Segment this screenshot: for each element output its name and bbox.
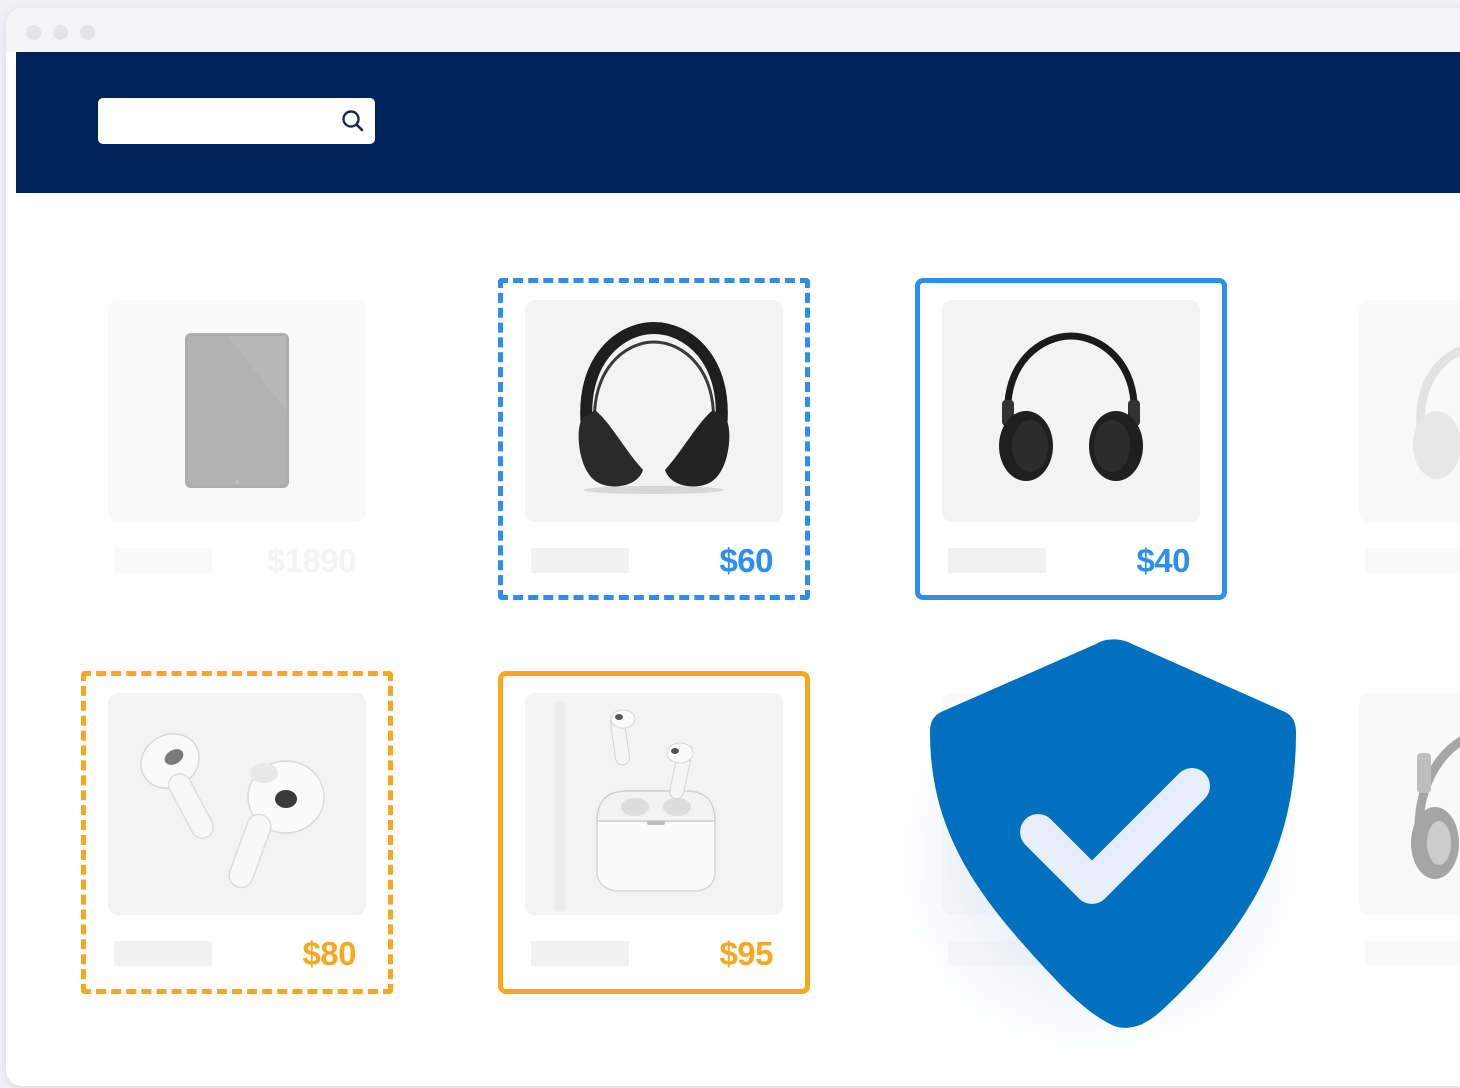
- product-card-headphones-large[interactable]: $60: [525, 300, 783, 579]
- product-image: [1359, 693, 1460, 915]
- headphones-icon: [578, 321, 730, 494]
- headphones-icon: [1411, 736, 1460, 879]
- product-price: $40: [1136, 542, 1190, 579]
- earbuds-icon: [140, 733, 325, 889]
- product-name-placeholder: [114, 941, 212, 966]
- product-card-headphones-small[interactable]: $40: [942, 300, 1200, 579]
- search-input[interactable]: [108, 106, 332, 138]
- product-name-placeholder: [114, 548, 212, 573]
- window-close-dot[interactable]: [26, 25, 41, 40]
- product-name-placeholder: [531, 941, 629, 966]
- headphones-icon: [999, 332, 1143, 481]
- shield-check-icon: [930, 639, 1296, 1028]
- product-price: $95: [719, 935, 773, 972]
- product-card-headphones-partial-top[interactable]: [1359, 300, 1460, 575]
- product-image: [525, 300, 783, 522]
- header-navbar: [16, 52, 1460, 193]
- window-maximize-dot[interactable]: [80, 25, 95, 40]
- product-image: [1359, 300, 1460, 522]
- product-card-tablet[interactable]: $1890: [108, 300, 366, 579]
- search-icon[interactable]: [340, 108, 366, 134]
- product-image: [108, 693, 366, 915]
- product-name-placeholder: [1365, 941, 1460, 966]
- tablet-icon: [185, 333, 289, 488]
- product-price: $80: [302, 935, 356, 972]
- product-image: [942, 300, 1200, 522]
- product-name-placeholder: [1365, 548, 1460, 573]
- product-card-airpods[interactable]: $80: [108, 693, 366, 972]
- search-box[interactable]: [98, 98, 375, 144]
- product-name-placeholder: [531, 548, 629, 573]
- title-bar: [6, 8, 1460, 52]
- shield-badge: [860, 620, 1370, 1080]
- product-name-placeholder: [948, 548, 1046, 573]
- headphones-icon: [1413, 346, 1460, 479]
- window-minimize-dot[interactable]: [53, 25, 68, 40]
- product-image: [525, 693, 783, 915]
- earbuds-case-icon: [555, 701, 716, 911]
- product-price: $60: [719, 542, 773, 579]
- product-image: [108, 300, 366, 522]
- product-card-headphones-partial-bottom[interactable]: [1359, 693, 1460, 968]
- product-price: $1890: [266, 542, 357, 579]
- product-card-airpods-pro-case[interactable]: $95: [525, 693, 783, 972]
